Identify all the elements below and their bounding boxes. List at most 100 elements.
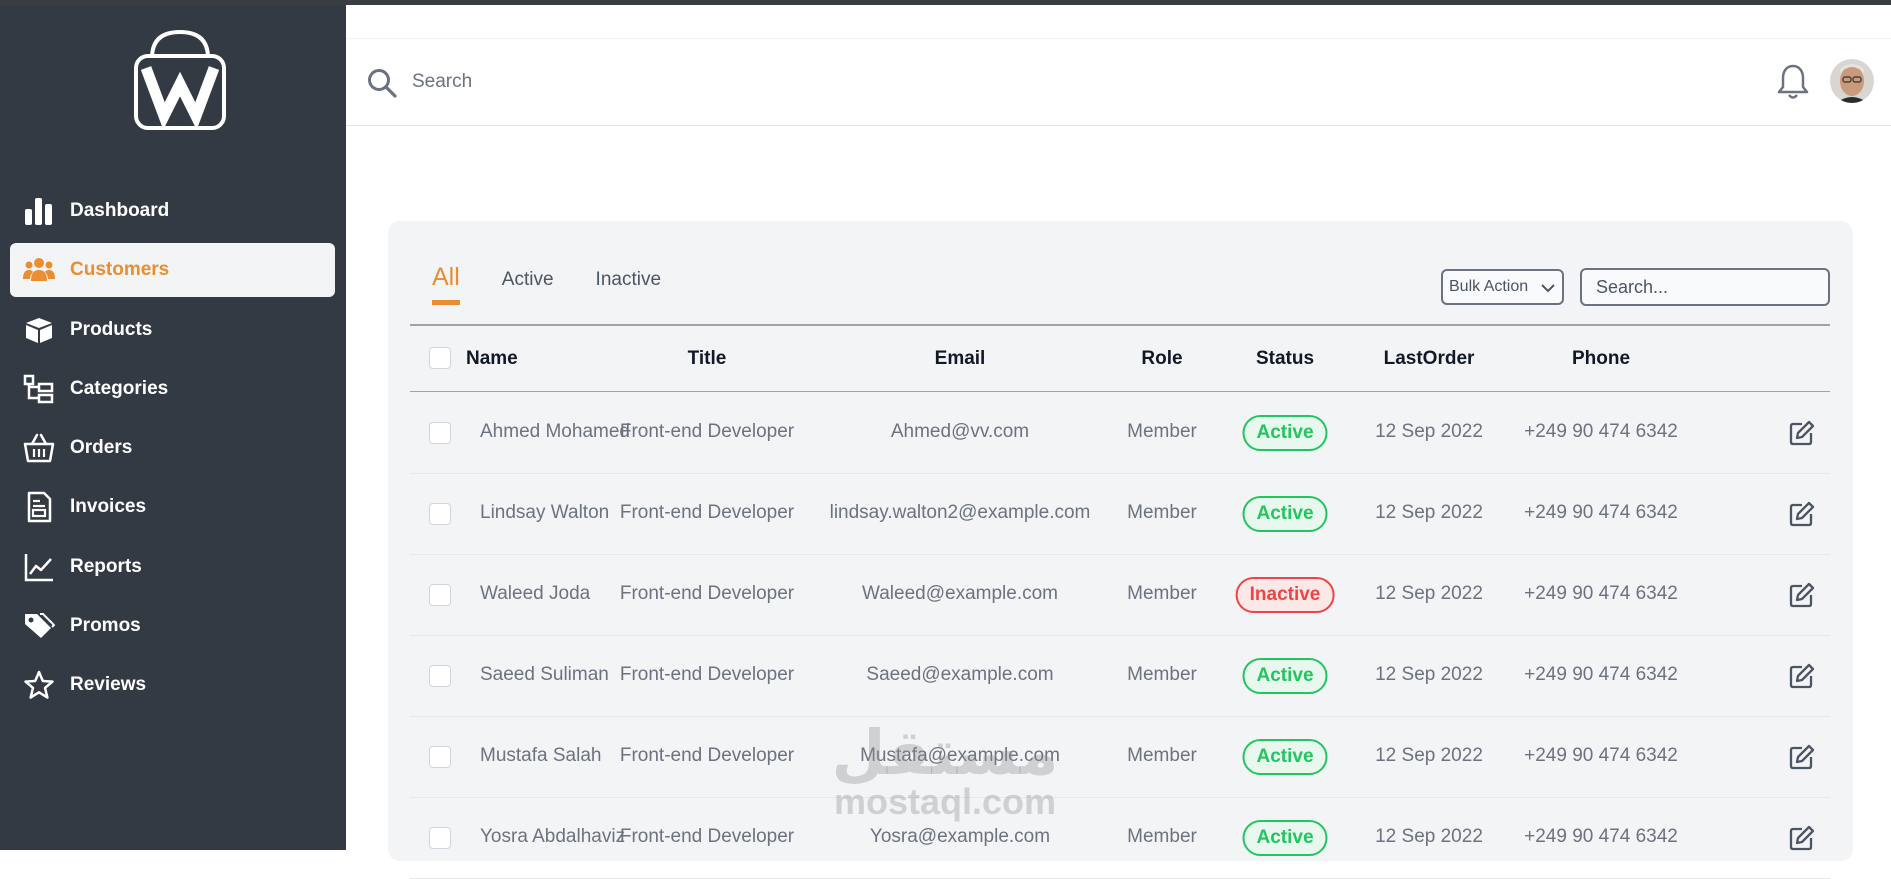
customer-title: Front-end Developer [619,421,795,442]
customer-title: Front-end Developer [619,664,795,685]
column-header-status[interactable]: Status [1256,348,1314,370]
sidebar: Dashboard Customers Products Categories Orde… [0,0,346,850]
customer-phone: +249 90 474 6342 [1524,745,1678,766]
customer-role: Member [1127,826,1197,847]
column-header-email[interactable]: Email [935,348,986,370]
bulk-action-select[interactable]: Bulk Action [1441,269,1564,305]
customer-name[interactable]: Yosra Abdalhaviz [480,826,625,848]
customer-name[interactable]: Waleed Joda [480,583,590,605]
invoice-icon [22,490,56,524]
row-checkbox[interactable] [429,422,451,444]
column-header-phone[interactable]: Phone [1572,348,1630,370]
tags-icon [22,609,56,643]
customer-email: Yosra@example.com [869,826,1051,847]
customer-email: Saeed@example.com [866,664,1054,685]
search-icon[interactable] [366,67,398,99]
global-search-input[interactable]: Search [412,71,472,93]
customer-email: Waleed@example.com [862,583,1058,604]
sidebar-item-label: Invoices [70,496,147,518]
row-checkbox[interactable] [429,827,451,849]
sidebar-item-dashboard[interactable]: Dashboard [10,184,335,238]
last-order-date: 12 Sep 2022 [1375,502,1483,523]
sidebar-item-customers[interactable]: Customers [10,243,335,298]
edit-icon[interactable] [1788,419,1816,447]
brand-logo[interactable] [130,28,230,132]
sidebar-item-reviews[interactable]: Reviews [10,658,335,712]
star-icon [22,668,56,702]
edit-icon[interactable] [1788,824,1816,852]
customer-role: Member [1127,583,1197,604]
status-badge: Active [1242,658,1328,694]
row-checkbox[interactable] [429,665,451,687]
sidebar-item-label: Orders [70,437,133,459]
table-search-input[interactable]: Search... [1580,268,1830,306]
tab-active[interactable]: Active [502,269,554,305]
edit-icon[interactable] [1788,743,1816,771]
edit-icon[interactable] [1788,662,1816,690]
customer-phone: +249 90 474 6342 [1524,826,1678,847]
status-badge: Active [1242,820,1328,856]
edit-icon[interactable] [1788,581,1816,609]
customer-name[interactable]: Mustafa Salah [480,745,601,767]
customer-name[interactable]: Ahmed Mohamed [480,421,630,443]
bulk-action-label: Bulk Action [1449,278,1529,295]
sidebar-item-invoices[interactable]: Invoices [10,480,335,534]
sidebar-item-promos[interactable]: Promos [10,599,335,653]
table-row[interactable]: Ahmed Mohamed Front-end Developer Ahmed@vv… [410,393,1830,474]
status-badge: Active [1242,415,1328,451]
table-row[interactable]: Lindsay Walton Front-end Developer lindsay… [410,474,1830,555]
sidebar-item-reports[interactable]: Reports [10,540,335,594]
customer-title: Front-end Developer [619,583,795,604]
row-checkbox[interactable] [429,503,451,525]
customer-title: Front-end Developer [619,826,795,847]
column-header-name[interactable]: Name [466,348,518,370]
tab-inactive[interactable]: Inactive [596,269,661,305]
customer-email: Mustafa@example.com [860,745,1060,766]
status-badge: Active [1242,739,1328,775]
last-order-date: 12 Sep 2022 [1375,664,1483,685]
bell-icon[interactable] [1776,63,1810,101]
last-order-date: 12 Sep 2022 [1375,826,1483,847]
sitemap-icon [22,372,56,406]
user-avatar[interactable] [1830,59,1874,103]
customer-title: Front-end Developer [619,502,795,523]
customer-role: Member [1127,745,1197,766]
window-top-border [0,0,1891,5]
sidebar-item-label: Categories [70,377,169,399]
last-order-date: 12 Sep 2022 [1375,583,1483,604]
customer-name[interactable]: Lindsay Walton [480,502,609,524]
sidebar-item-label: Promos [70,615,141,637]
customer-name[interactable]: Saeed Suliman [480,664,609,686]
chevron-down-icon [1541,284,1555,293]
row-checkbox[interactable] [429,584,451,606]
status-tabs: All Active Inactive [432,263,703,305]
customer-role: Member [1127,421,1197,442]
table-row[interactable]: Yosra Abdalhaviz Front-end Developer Yosra… [410,798,1830,879]
tab-all[interactable]: All [432,263,460,305]
sidebar-item-categories[interactable]: Categories [10,362,335,416]
customer-phone: +249 90 474 6342 [1524,664,1678,685]
customer-role: Member [1127,664,1197,685]
customer-email: Ahmed@vv.com [890,421,1030,442]
customer-phone: +249 90 474 6342 [1524,583,1678,604]
table-row[interactable]: Mustafa Salah Front-end Developer Mustafa@… [410,717,1830,798]
users-icon [22,253,56,287]
column-header-role[interactable]: Role [1141,348,1182,370]
table-row[interactable]: Saeed Suliman Front-end Developer Saeed@ex… [410,636,1830,717]
sidebar-item-label: Dashboard [70,200,170,221]
select-all-checkbox[interactable] [429,347,451,369]
customer-phone: +249 90 474 6342 [1524,421,1678,442]
edit-icon[interactable] [1788,500,1816,528]
line-chart-icon [22,550,56,584]
status-badge: Inactive [1235,577,1335,613]
column-header-title[interactable]: Title [688,348,727,370]
row-checkbox[interactable] [429,746,451,768]
last-order-date: 12 Sep 2022 [1375,745,1483,766]
sidebar-item-label: Products [70,318,153,340]
column-header-last-order[interactable]: LastOrder [1384,348,1475,370]
sidebar-item-products[interactable]: Products [10,303,335,357]
sidebar-item-orders[interactable]: Orders [10,421,335,475]
basket-icon [22,431,56,465]
bar-chart-icon [22,194,56,228]
table-row[interactable]: Waleed Joda Front-end Developer Waleed@exa… [410,555,1830,636]
